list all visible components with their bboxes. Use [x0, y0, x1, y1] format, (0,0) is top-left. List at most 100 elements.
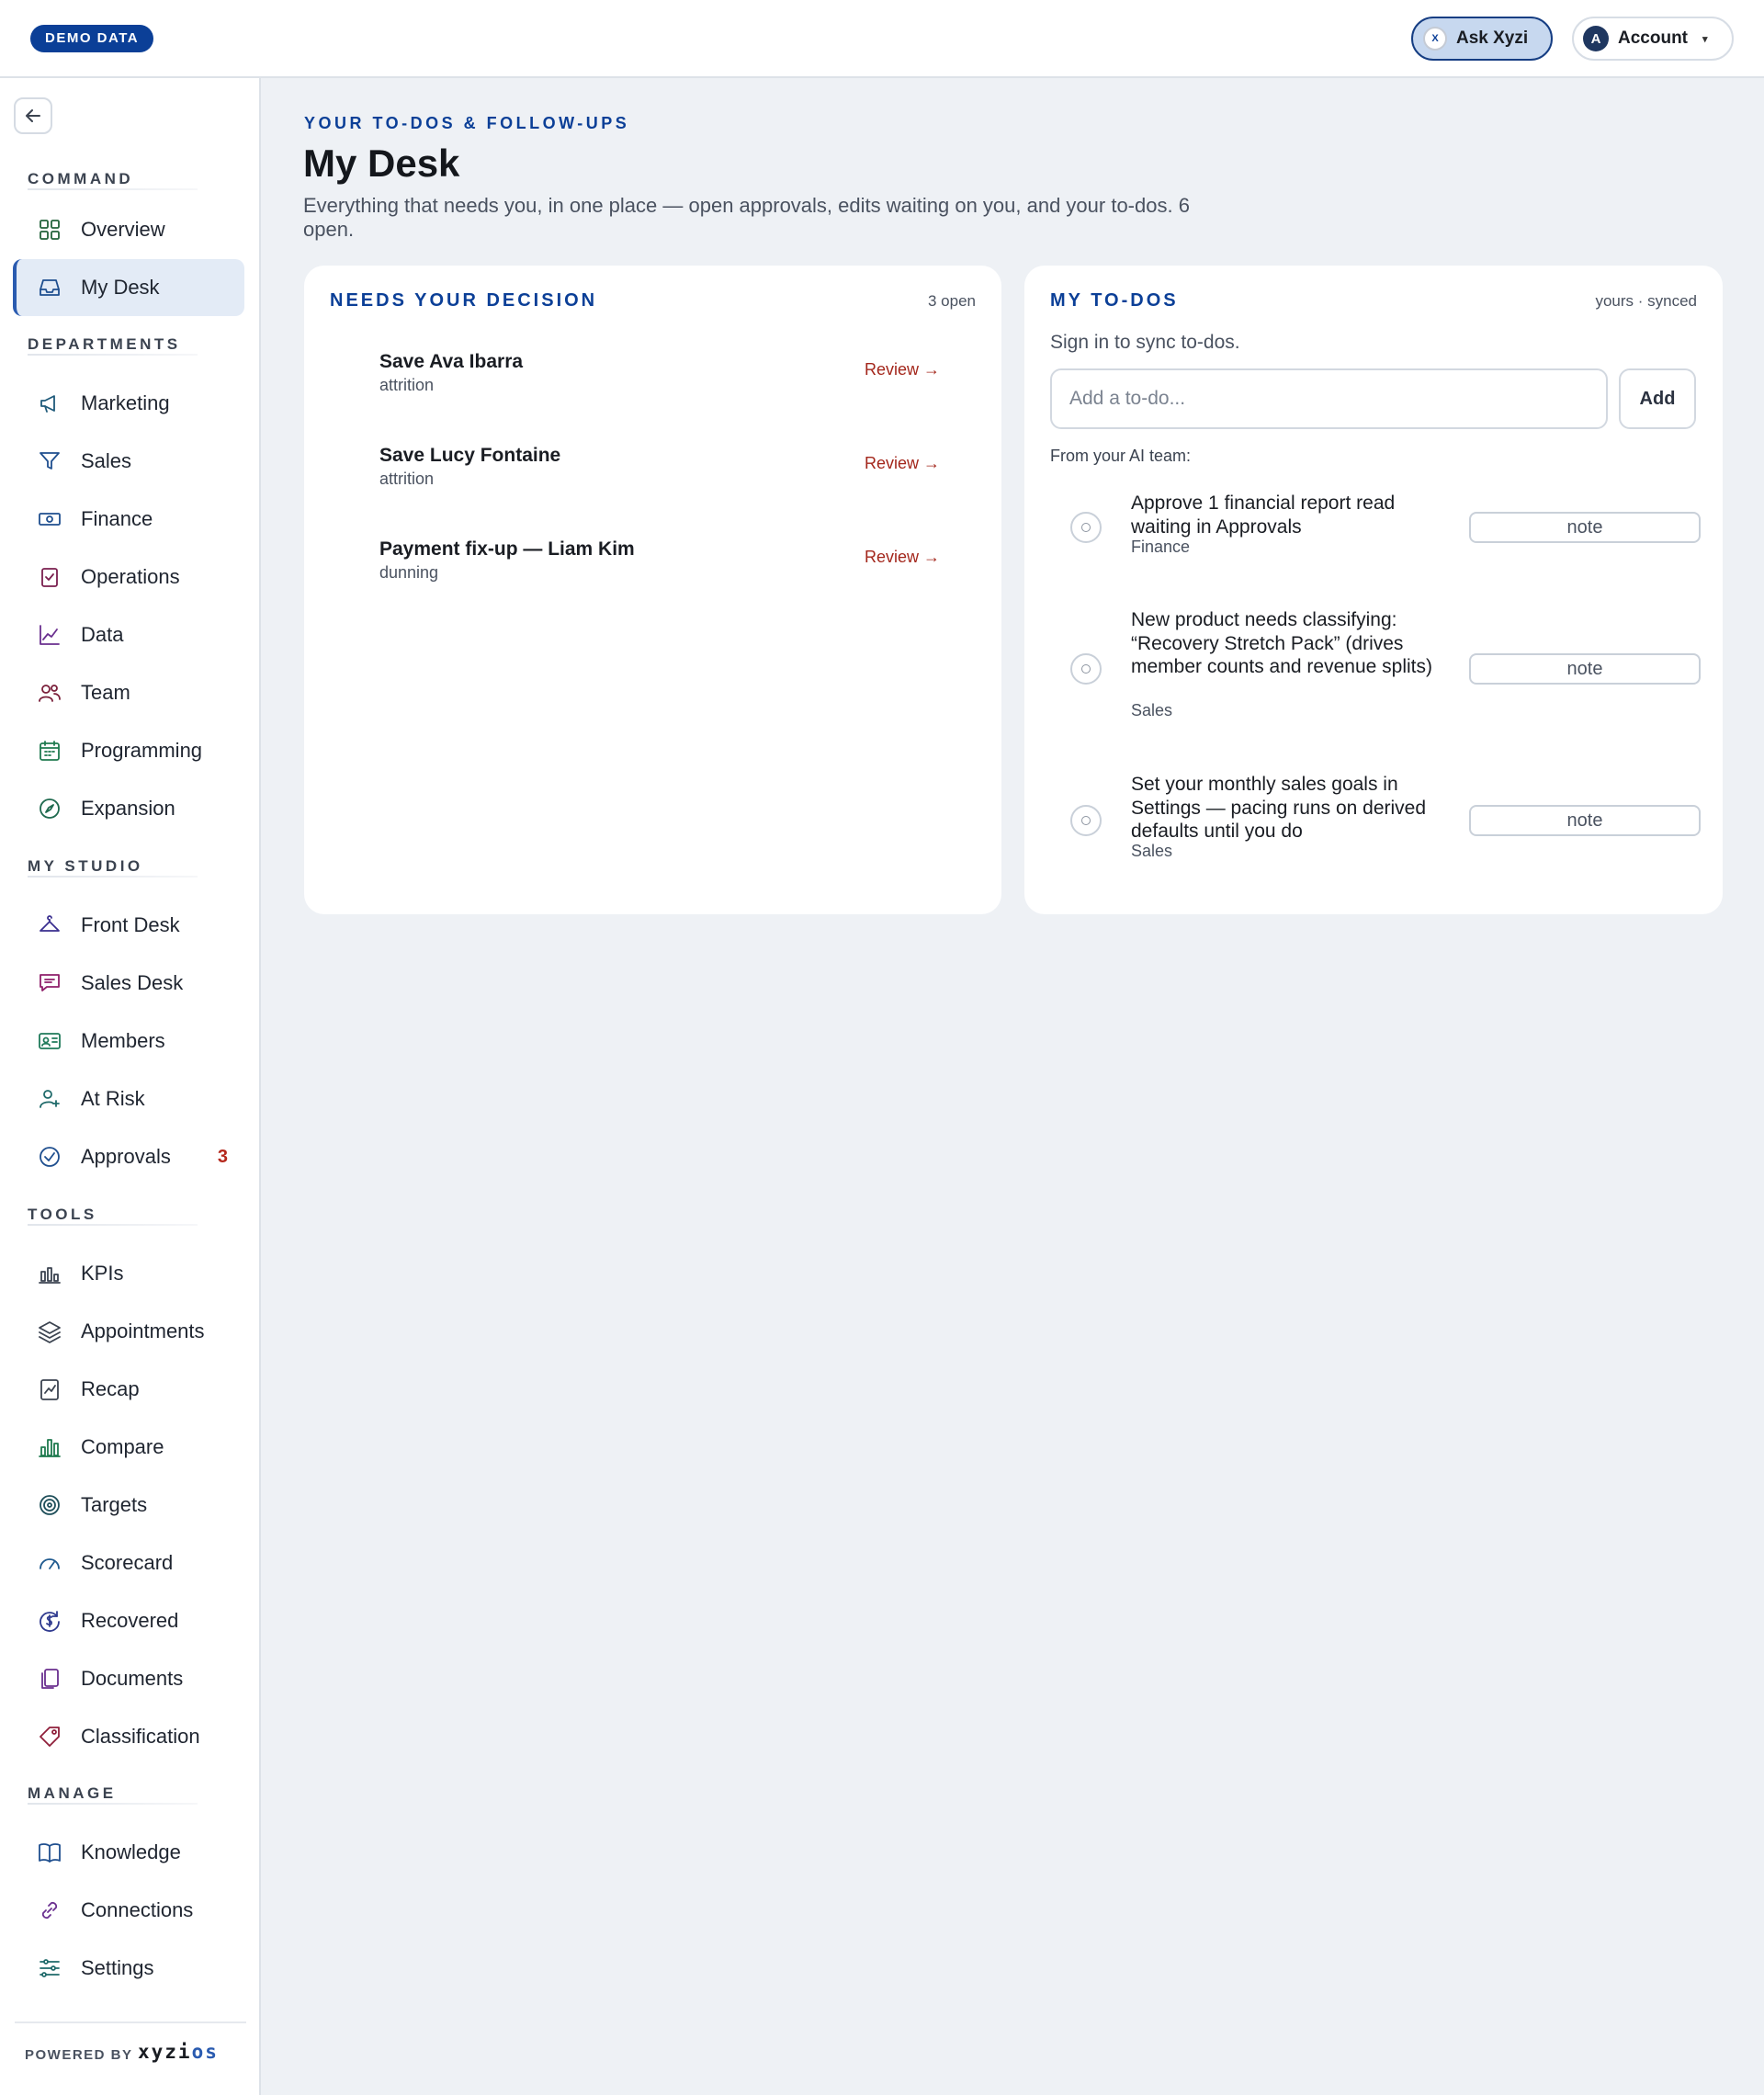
- todo-department: Sales: [1131, 701, 1173, 719]
- todo-checkbox[interactable]: [1070, 653, 1102, 685]
- sidebar-item-kpis[interactable]: KPIs: [15, 1245, 246, 1302]
- todo-text: New product needs classifying: “Recovery…: [1131, 609, 1432, 677]
- sidebar-item-connections[interactable]: Connections: [15, 1882, 246, 1939]
- sidebar-item-operations[interactable]: Operations: [15, 549, 246, 606]
- link-icon: [37, 1897, 62, 1923]
- card-title: MY TO-DOS: [1050, 290, 1179, 311]
- decision-title: Save Lucy Fontaine: [379, 445, 561, 466]
- todo-text: Set your monthly sales goals in Settings…: [1131, 774, 1427, 842]
- sidebar-item-scorecard[interactable]: Scorecard: [15, 1534, 246, 1591]
- review-link[interactable]: Review →: [865, 454, 940, 473]
- nav-section-title: DEPARTMENTS: [28, 335, 181, 353]
- recover-dollar-icon: [37, 1608, 62, 1634]
- decision-tag: dunning: [379, 563, 439, 582]
- sidebar-item-overview[interactable]: Overview: [15, 201, 246, 258]
- sidebar-item-team[interactable]: Team: [15, 664, 246, 721]
- brand-logo-part: xyzi: [138, 2041, 192, 2063]
- decision-tag: attrition: [379, 470, 435, 488]
- sidebar-item-members[interactable]: Members: [15, 1013, 246, 1070]
- nav-section-title: MANAGE: [28, 1784, 117, 1802]
- sidebar-item-data[interactable]: Data: [15, 606, 246, 663]
- sidebar-item-at-risk[interactable]: At Risk: [15, 1070, 246, 1127]
- sidebar-item-my-desk[interactable]: My Desk: [13, 259, 244, 316]
- nav-section-title: MY STUDIO: [28, 857, 143, 875]
- note-button[interactable]: note: [1469, 805, 1701, 836]
- sidebar-item-appointments[interactable]: Appointments: [15, 1303, 246, 1360]
- sidebar-item-classification[interactable]: Classification: [15, 1708, 246, 1765]
- decision-title: Payment fix-up — Liam Kim: [379, 538, 635, 560]
- count-badge: 3: [217, 1146, 228, 1167]
- funnel-icon: [37, 448, 62, 474]
- sidebar-item-settings[interactable]: Settings: [15, 1940, 246, 1997]
- sidebar-item-expansion[interactable]: Expansion: [15, 780, 246, 837]
- sidebar-item-finance[interactable]: Finance: [15, 491, 246, 548]
- account-label: Account: [1618, 28, 1688, 48]
- sidebar-item-label: Finance: [81, 507, 153, 530]
- line-chart-icon: [37, 622, 62, 648]
- needs-decision-card: NEEDS YOUR DECISION 3 open Save Ava Ibar…: [304, 266, 1001, 914]
- sidebar-item-label: Compare: [81, 1435, 164, 1458]
- top-bar: DEMO DATA X Ask Xyzi A Account ▾: [0, 0, 1764, 78]
- page-subtitle: Everything that needs you, in one place …: [303, 194, 1190, 241]
- note-button[interactable]: note: [1469, 512, 1701, 543]
- powered-by-label: POWERED BY: [25, 2047, 133, 2063]
- sidebar-item-label: Knowledge: [81, 1840, 181, 1863]
- sidebar-item-programming[interactable]: Programming: [15, 722, 246, 779]
- add-todo-button[interactable]: Add: [1619, 368, 1696, 429]
- decision-item: Payment fix-up — Liam Kim dunning Review…: [379, 538, 967, 594]
- book-icon: [37, 1840, 62, 1865]
- sidebar-item-label: Sales: [81, 449, 132, 472]
- sidebar-item-label: Classification: [81, 1725, 200, 1748]
- calendar-icon: [37, 738, 62, 764]
- sidebar-item-label: My Desk: [81, 276, 160, 299]
- section-divider: [28, 876, 198, 878]
- open-count: 3 open: [928, 292, 976, 310]
- assistant-icon: X: [1423, 27, 1447, 51]
- ask-xyzi-button[interactable]: X Ask Xyzi: [1411, 17, 1553, 61]
- nav-section-title: COMMAND: [28, 170, 134, 187]
- sidebar-item-label: Sales Desk: [81, 971, 184, 994]
- sidebar-item-targets[interactable]: Targets: [15, 1477, 246, 1534]
- review-link[interactable]: Review →: [865, 360, 940, 379]
- add-todo-input[interactable]: [1050, 368, 1608, 429]
- todo-checkbox[interactable]: [1070, 512, 1102, 543]
- megaphone-icon: [37, 391, 62, 416]
- clipboard-check-icon: [37, 564, 62, 590]
- sidebar-item-label: Recap: [81, 1377, 140, 1400]
- sidebar-item-label: Scorecard: [81, 1551, 174, 1574]
- sidebar: COMMAND Overview My Desk DEPARTMENTS Marketi…: [0, 78, 261, 2095]
- gauge-icon: [37, 1550, 62, 1576]
- sidebar-item-label: Targets: [81, 1493, 148, 1516]
- sidebar-item-recap[interactable]: Recap: [15, 1361, 246, 1418]
- account-menu-button[interactable]: A Account ▾: [1572, 17, 1734, 61]
- sidebar-item-compare[interactable]: Compare: [15, 1419, 246, 1476]
- sidebar-item-marketing[interactable]: Marketing: [15, 375, 246, 432]
- my-todos-card: MY TO-DOS yours · synced Sign in to sync…: [1024, 266, 1723, 914]
- sidebar-item-documents[interactable]: Documents: [15, 1650, 246, 1707]
- decision-item: Save Ava Ibarra attrition Review →: [379, 351, 967, 406]
- sidebar-item-sales[interactable]: Sales: [15, 433, 246, 490]
- sidebar-item-label: Approvals: [81, 1145, 171, 1168]
- sync-status: yours · synced: [1595, 292, 1697, 310]
- sidebar-item-approvals[interactable]: Approvals 3: [15, 1128, 246, 1185]
- review-link[interactable]: Review →: [865, 548, 940, 567]
- sidebar-item-sales-desk[interactable]: Sales Desk: [15, 955, 246, 1012]
- ai-team-label: From your AI team:: [1050, 447, 1192, 465]
- decision-title: Save Ava Ibarra: [379, 351, 524, 372]
- collapse-sidebar-button[interactable]: [14, 97, 52, 134]
- todo-department: Sales: [1131, 842, 1173, 860]
- sidebar-item-label: Data: [81, 623, 124, 646]
- note-button[interactable]: note: [1469, 653, 1701, 685]
- user-alert-icon: [37, 1086, 62, 1112]
- files-icon: [37, 1666, 62, 1692]
- divider: [15, 2021, 246, 2023]
- todo-text: Approve 1 financial report read waiting …: [1131, 493, 1396, 538]
- brand-logo-suffix: os: [191, 2041, 219, 2063]
- sidebar-item-front-desk[interactable]: Front Desk: [15, 897, 246, 954]
- banknote-icon: [37, 506, 62, 532]
- tag-icon: [37, 1724, 62, 1750]
- arrow-left-icon: [26, 109, 40, 122]
- todo-checkbox[interactable]: [1070, 805, 1102, 836]
- sidebar-item-knowledge[interactable]: Knowledge: [15, 1824, 246, 1881]
- sidebar-item-recovered[interactable]: Recovered: [15, 1592, 246, 1649]
